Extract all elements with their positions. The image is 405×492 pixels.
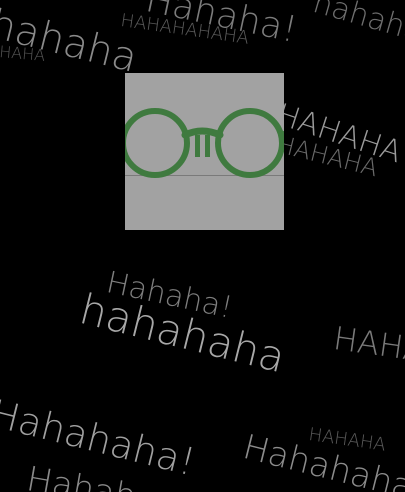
laugh-text-top-right: hahaha [309, 0, 405, 50]
laughter-background: Hahaha! hahaha HAHAHAHAHA HAHA hahaha HA… [0, 0, 405, 492]
laugh-text-top-left: hahaha [0, 1, 142, 82]
eyeglasses-image [125, 73, 284, 230]
round-eyeglasses-icon [125, 73, 284, 230]
laugh-text-center-right: HAHA [331, 319, 405, 370]
laugh-text-top-small: HAHA [0, 42, 46, 65]
